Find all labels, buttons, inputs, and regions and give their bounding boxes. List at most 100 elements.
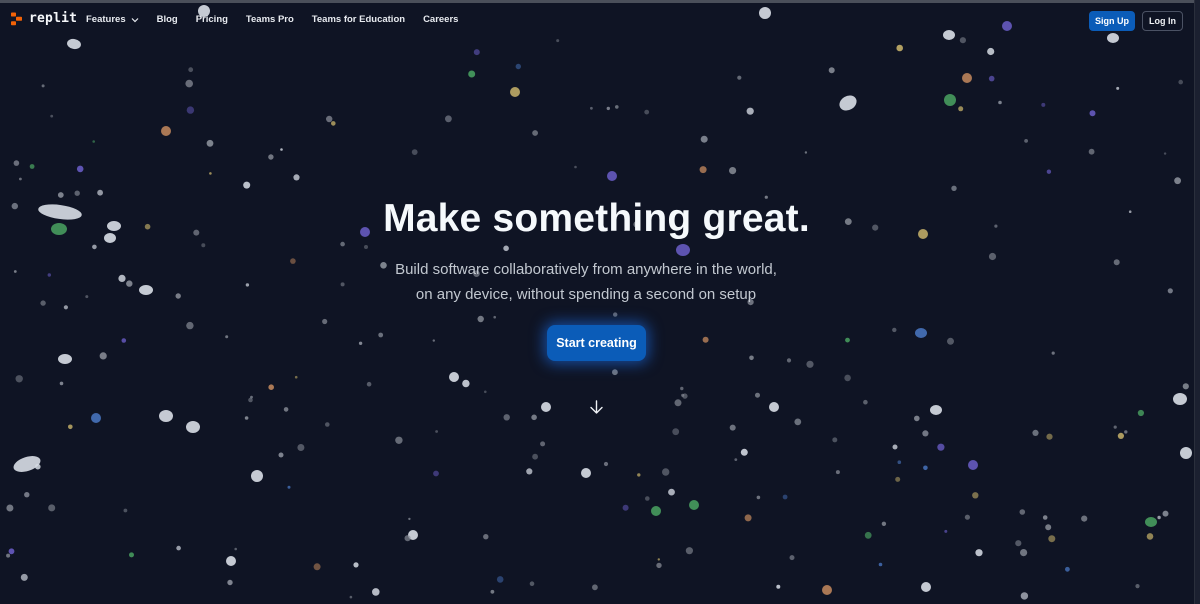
confetti-dot [1116,86,1120,90]
confetti-dot [685,547,694,555]
confetti-dot [209,172,212,175]
confetti-dot [637,473,641,477]
confetti-dot [1145,517,1157,527]
scrollbar-track[interactable] [1194,0,1200,604]
confetti-dot [50,114,54,118]
confetti-dot [248,397,253,403]
confetti-dot [244,416,249,420]
confetti-dot [268,154,274,160]
confetti-dot [206,139,214,147]
confetti-dot [477,315,484,323]
confetti-dot [1024,139,1028,143]
confetti-dot [532,130,538,136]
confetti-dot [123,508,128,513]
confetti-dot [92,140,95,143]
nav-link-features[interactable]: Features [86,14,139,25]
confetti-dot [250,395,253,399]
confetti-dot [914,415,920,422]
nav-link-pricing[interactable]: Pricing [196,14,228,25]
confetti-dot [581,468,591,478]
sign-up-button[interactable]: Sign Up [1089,11,1135,31]
confetti-dot [63,305,68,310]
top-nav: replit Features Blog Pricing Teams Pro T… [0,3,1200,39]
confetti-dot [1163,152,1167,155]
confetti-dot [91,413,101,423]
start-creating-button[interactable]: Start creating [547,325,646,361]
confetti-dot [737,75,742,80]
confetti-dot [896,44,903,52]
confetti-dot [915,328,927,338]
confetti-dot [1088,148,1095,155]
nav-link-careers[interactable]: Careers [423,14,458,25]
confetti-dot [988,75,995,82]
confetti-dot [349,595,353,599]
confetti-dot [756,495,761,500]
confetti-dot [449,372,459,382]
confetti-dot [322,318,328,325]
confetti-dot [68,424,73,430]
nav-link-blog[interactable]: Blog [157,14,178,25]
arrow-down-icon[interactable] [589,400,604,415]
confetti-dot [947,337,954,345]
confetti-dot [74,190,80,196]
confetti-dot [8,548,15,555]
confetti-dot [24,492,30,498]
confetti-dot [19,177,22,181]
confetti-dot [541,402,551,412]
confetti-dot [1113,425,1117,429]
log-in-button[interactable]: Log In [1142,11,1183,31]
confetti-dot [1178,79,1183,85]
confetti-dot [278,452,284,458]
confetti-dot [680,386,684,391]
confetti-dot [268,384,275,391]
confetti-dot [612,369,618,376]
confetti-dot [845,337,850,343]
confetti-dot [700,135,708,143]
nav-link-teams-for-education[interactable]: Teams for Education [312,14,405,25]
confetti-dot [490,589,495,594]
confetti-dot [878,562,883,567]
confetti-dot [331,121,336,126]
confetti-dot [881,521,887,526]
confetti-dot [411,149,418,156]
confetti-dot [483,534,489,540]
logo[interactable]: replit [10,11,77,26]
nav-link-features-label: Features [86,14,126,25]
confetti-dot [92,244,97,250]
confetti-dot [937,443,945,451]
confetti-dot [832,437,838,443]
confetti-dot [699,166,707,174]
confetti-dot [313,563,321,571]
confetti-dot [186,421,200,433]
confetti-dot [923,465,928,471]
confetti-dot [59,381,64,386]
confetti-dot [340,241,345,247]
confetti-dot [944,94,956,106]
confetti-dot [651,506,661,516]
confetti-dot [892,444,898,450]
confetti-dot [645,496,650,501]
confetti-dot [515,63,521,70]
confetti-dot [681,393,685,397]
confetti-dot [159,410,173,422]
confetti-dot [676,244,690,256]
confetti-dot [325,422,330,427]
confetti-dot [1041,102,1046,107]
confetti-dot [186,321,194,330]
confetti-dot [493,315,497,319]
confetti-dot [435,430,438,433]
confetti-dot [408,517,411,521]
confetti-dot [76,165,84,173]
confetti-dot [129,552,134,558]
confetti-dot [251,470,263,482]
confetti-dot [540,441,546,447]
confetti-dot [863,399,868,405]
confetti-dot [287,485,291,489]
confetti-dot [1089,110,1096,117]
hero-title: Make something great. [383,197,810,240]
confetti-dot [1124,430,1128,434]
nav-link-teams-pro[interactable]: Teams Pro [246,14,294,25]
confetti-dot [968,460,978,470]
confetti-dot [496,576,504,583]
confetti-dot [672,428,680,436]
